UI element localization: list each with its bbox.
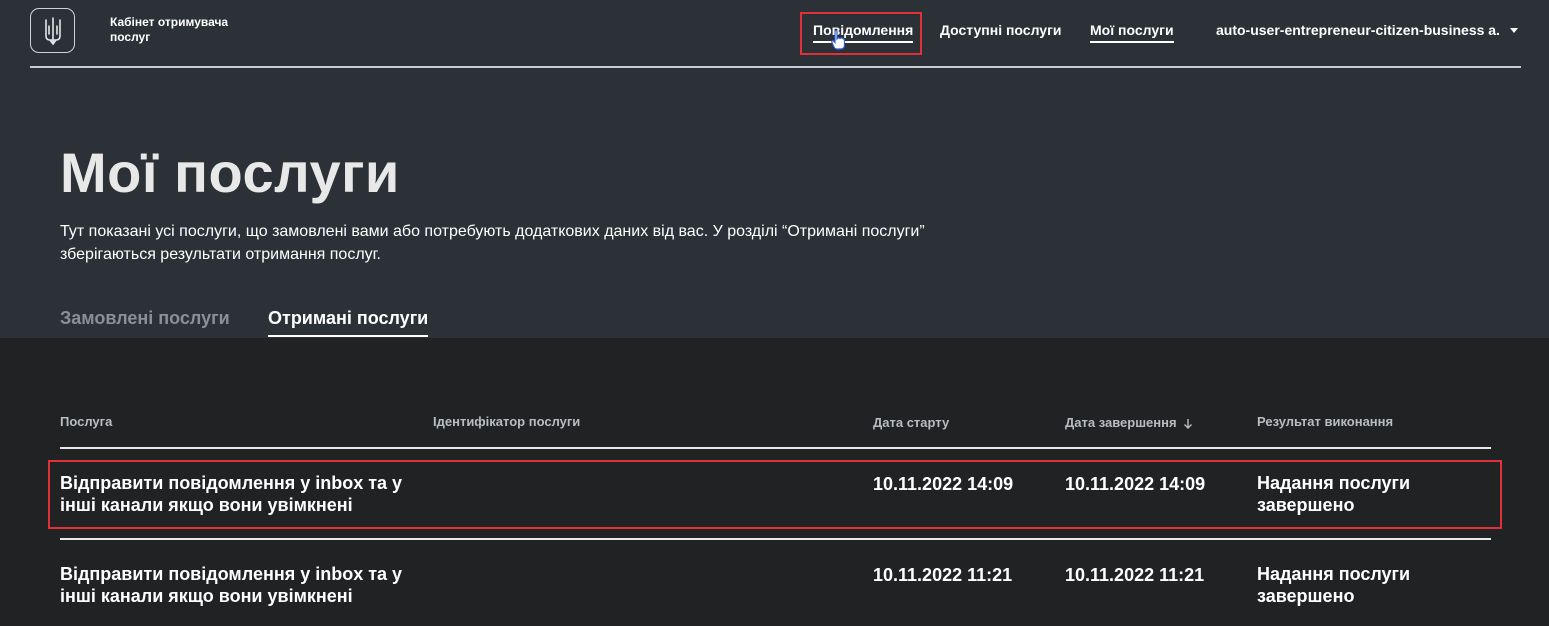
user-menu[interactable]: auto-user-entrepreneur-citizen-business … <box>1216 22 1518 38</box>
hand-pointer-icon <box>831 30 845 50</box>
logo[interactable] <box>30 8 75 53</box>
column-header-end-date-label: Дата завершення <box>1065 415 1177 430</box>
row-divider <box>60 538 1491 540</box>
cell-result: Надання послуги завершено <box>1257 564 1411 606</box>
column-header-service: Послуга <box>60 414 113 429</box>
column-header-id: Ідентифікатор послуги <box>433 414 581 429</box>
cell-service: Відправити повідомлення у inbox та у інш… <box>60 564 403 606</box>
page-description: Тут показані усі послуги, що замовлені в… <box>60 223 925 263</box>
cell-start-date: 10.11.2022 11:21 <box>873 565 1013 585</box>
cell-end-date: 10.11.2022 14:09 <box>1065 474 1206 494</box>
cell-result: Надання послуги завершено <box>1257 473 1411 515</box>
column-header-start-date[interactable]: Дата старту <box>873 415 949 430</box>
nav-available-services[interactable]: Доступні послуги <box>940 22 1062 38</box>
notifications-highlight-box <box>800 12 922 55</box>
tab-ordered-services[interactable]: Замовлені послуги <box>60 308 230 329</box>
column-header-result: Результат виконання <box>1257 414 1394 429</box>
cell-end-date: 10.11.2022 11:21 <box>1065 565 1205 585</box>
table-header-divider <box>60 447 1491 449</box>
brand-title: Кабінет отримувача послуг <box>110 15 229 44</box>
trident-icon <box>44 16 61 45</box>
arrow-down-icon[interactable] <box>1183 418 1193 430</box>
cell-service: Відправити повідомлення у inbox та у інш… <box>60 473 403 515</box>
tab-received-services[interactable]: Отримані послуги <box>268 308 429 337</box>
cell-start-date: 10.11.2022 14:09 <box>873 474 1014 494</box>
caret-down-icon <box>1509 27 1518 33</box>
user-name: auto-user-entrepreneur-citizen-business … <box>1216 22 1500 38</box>
column-header-end-date[interactable]: Дата завершення <box>1065 415 1193 430</box>
nav-my-services[interactable]: Мої послуги <box>1090 22 1174 43</box>
page-title: Мої послуги <box>60 141 400 204</box>
